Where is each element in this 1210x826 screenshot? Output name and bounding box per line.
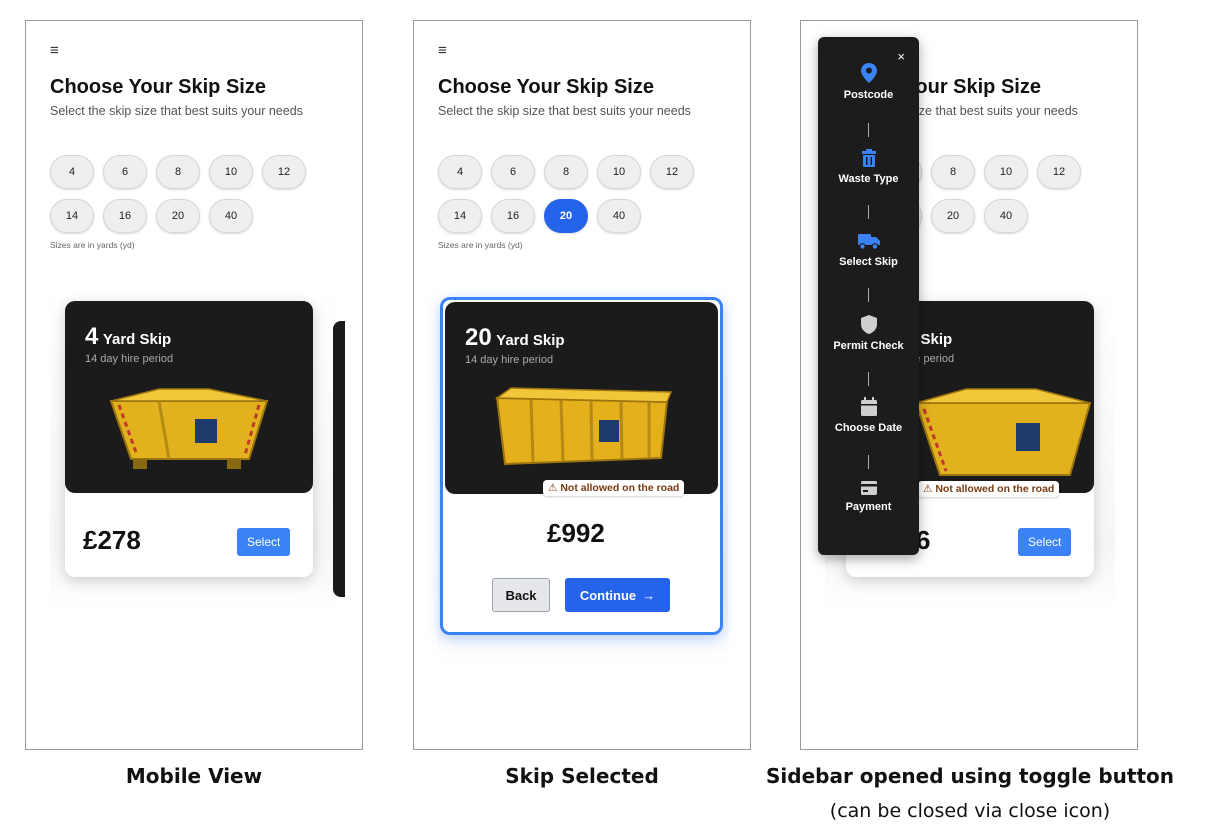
skip-size-label: Yard Skip (496, 332, 565, 349)
size-option[interactable]: 14 (438, 199, 482, 233)
step-connector (868, 123, 869, 137)
next-card-peek[interactable] (333, 321, 345, 597)
size-option[interactable]: 20 (931, 199, 975, 233)
size-option[interactable]: 40 (984, 199, 1028, 233)
size-option[interactable]: 10 (984, 155, 1028, 189)
size-option[interactable]: 12 (262, 155, 306, 189)
page-subtitle: Select the skip size that best suits you… (50, 104, 303, 118)
skip-card-image-area: 4 Yard Skip 14 day hire period (65, 301, 313, 493)
sidebar-step-waste-type[interactable]: Waste Type (818, 149, 919, 185)
skip-card-selected[interactable]: 20 Yard Skip 14 day hire period ⚠ Not al… (440, 297, 723, 635)
skip-image (109, 388, 269, 469)
sizes-note: Sizes are in yards (yd) (50, 240, 135, 250)
size-option[interactable]: 16 (103, 199, 147, 233)
sidebar-step-postcode[interactable]: Postcode (818, 63, 919, 101)
sidebar-step-select-skip[interactable]: Select Skip (818, 232, 919, 268)
size-option[interactable]: 14 (50, 199, 94, 233)
size-option-selected[interactable]: 20 (544, 199, 588, 233)
skip-price: £278 (83, 525, 141, 555)
road-warning-text: Not allowed on the road (935, 483, 1055, 495)
select-button[interactable]: Select (1018, 528, 1072, 556)
skip-size-label: Yard Skip (102, 331, 172, 348)
calendar-icon (860, 397, 877, 416)
size-option[interactable]: 40 (597, 199, 641, 233)
truck-icon (857, 234, 880, 250)
skip-selected-panel: ≡ Choose Your Skip Size Select the skip … (413, 20, 751, 750)
size-selector: 4 6 8 10 12 14 16 20 40 (438, 155, 708, 233)
skip-size-number: 4 (85, 323, 99, 350)
page-title: Choose Your Skip Size (438, 76, 654, 98)
sidebar-step-permit-check[interactable]: Permit Check (818, 315, 919, 352)
step-label: Postcode (843, 89, 894, 101)
step-connector (868, 455, 869, 469)
arrow-right-icon: → (642, 587, 656, 603)
sizes-note: Sizes are in yards (yd) (438, 240, 523, 250)
size-option[interactable]: 8 (931, 155, 975, 189)
panel-caption: Sidebar opened using toggle button (766, 764, 1174, 788)
skip-title: 4 Yard Skip (85, 323, 171, 351)
step-label: Permit Check (833, 340, 904, 352)
size-option[interactable]: 16 (491, 199, 535, 233)
trash-icon (861, 149, 876, 167)
size-option[interactable]: 4 (438, 155, 482, 189)
step-label: Waste Type (838, 173, 899, 185)
skip-price: £992 (547, 518, 605, 548)
step-connector (868, 205, 869, 219)
map-pin-icon (860, 63, 877, 83)
size-option[interactable]: 20 (156, 199, 200, 233)
skip-card-image-area: 20 Yard Skip 14 day hire period (445, 302, 718, 494)
shield-icon (860, 315, 877, 334)
size-option[interactable]: 6 (103, 155, 147, 189)
close-icon[interactable]: × (897, 49, 905, 64)
step-label: Choose Date (834, 422, 903, 434)
size-selector: 4 6 8 10 12 14 16 20 40 (50, 155, 320, 233)
menu-toggle-icon[interactable]: ≡ (438, 43, 447, 58)
progress-sidebar: × Postcode Waste Type Select Skip Permit… (818, 37, 919, 555)
size-option[interactable]: 40 (209, 199, 253, 233)
page-title: Choose Your Skip Size (50, 76, 266, 98)
panel-caption: Mobile View (125, 764, 263, 788)
size-option[interactable]: 8 (544, 155, 588, 189)
size-option[interactable]: 10 (597, 155, 641, 189)
skip-title: 20 Yard Skip (465, 324, 565, 352)
menu-toggle-icon[interactable]: ≡ (50, 43, 59, 58)
step-connector (868, 288, 869, 302)
road-warning-text: Not allowed on the road (560, 482, 680, 494)
credit-card-icon (860, 481, 877, 495)
sidebar-step-payment[interactable]: Payment (818, 481, 919, 513)
sidebar-step-choose-date[interactable]: Choose Date (818, 397, 919, 434)
skip-card[interactable]: 4 Yard Skip 14 day hire period £278 Sele… (65, 301, 313, 577)
select-button[interactable]: Select (237, 528, 291, 556)
continue-button[interactable]: Continue → (565, 578, 670, 612)
sidebar-open-panel: ≡ Choose Your Skip Size Select the skip … (800, 20, 1138, 750)
skip-size-number: 20 (465, 324, 492, 351)
size-option[interactable]: 6 (491, 155, 535, 189)
mobile-view-panel: ≡ Choose Your Skip Size Select the skip … (25, 20, 363, 750)
size-option[interactable]: 10 (209, 155, 253, 189)
size-option[interactable]: 12 (1037, 155, 1081, 189)
panel-caption: Skip Selected (505, 764, 659, 788)
road-warning-badge: ⚠ Not allowed on the road (918, 481, 1060, 497)
road-warning-badge: ⚠ Not allowed on the road (543, 480, 685, 496)
continue-label: Continue (579, 587, 637, 603)
page-subtitle: Select the skip size that best suits you… (438, 104, 691, 118)
panel-subcaption: (can be closed via close icon) (829, 800, 1111, 822)
size-option[interactable]: 12 (650, 155, 694, 189)
step-label: Payment (845, 501, 892, 513)
skip-image (494, 387, 673, 466)
hire-period: 14 day hire period (85, 353, 174, 365)
size-option[interactable]: 8 (156, 155, 200, 189)
hire-period: 14 day hire period (465, 354, 554, 366)
step-label: Select Skip (839, 256, 898, 268)
warning-icon: ⚠ (923, 483, 933, 495)
step-connector (868, 372, 869, 386)
size-option[interactable]: 4 (50, 155, 94, 189)
skip-image (914, 388, 1092, 476)
back-button[interactable]: Back (492, 578, 550, 612)
warning-icon: ⚠ (548, 482, 558, 494)
